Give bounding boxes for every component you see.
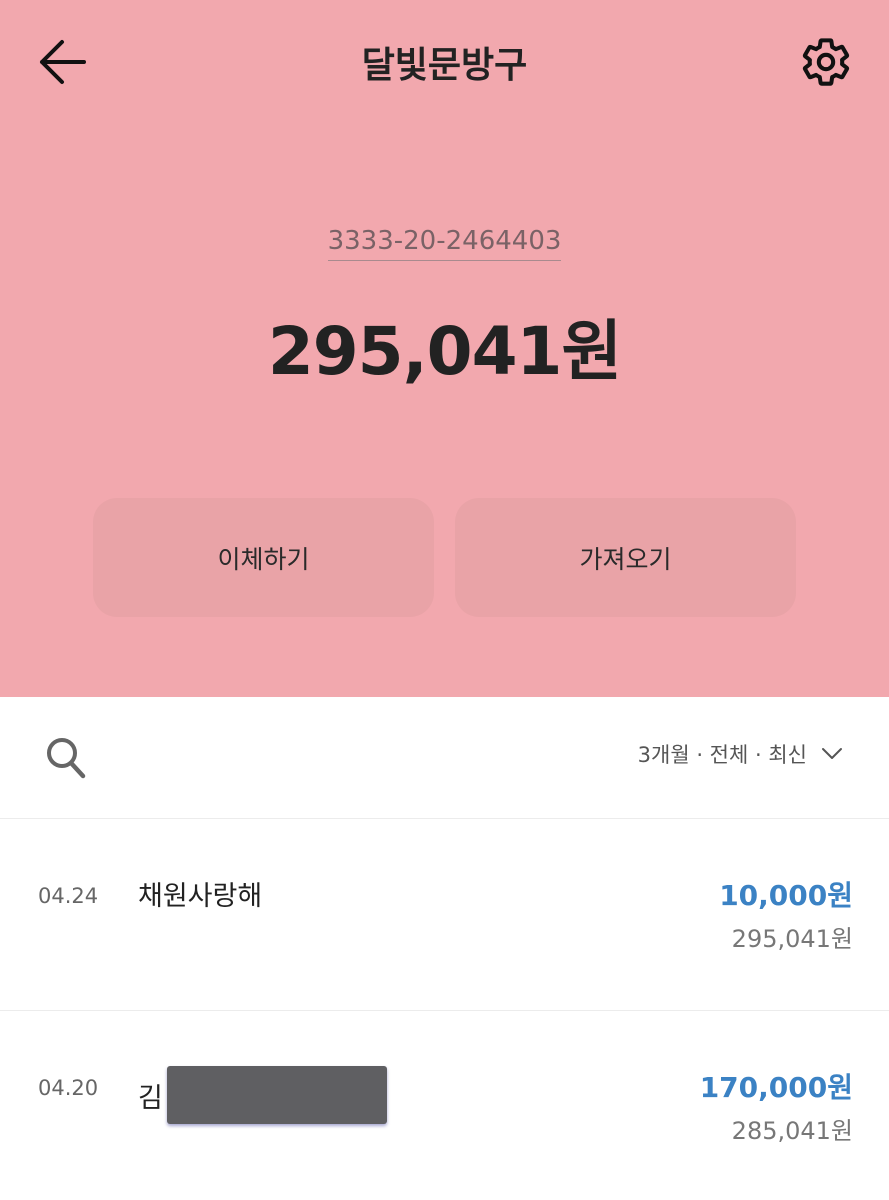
transaction-name-text: 채원사랑해: [138, 881, 263, 912]
search-icon: [47, 738, 86, 779]
transfer-button[interactable]: 이체하기: [93, 498, 434, 617]
chevron-down-icon: [822, 748, 842, 759]
transaction-balance-after: 295,041원: [731, 925, 853, 953]
transaction-row[interactable]: 04.24 채원사랑해 10,000원 295,041원: [0, 819, 889, 1011]
fetch-button[interactable]: 가져오기: [455, 498, 796, 617]
transaction-amount: 10,000원: [719, 879, 853, 912]
transfer-button-label: 이체하기: [217, 544, 310, 574]
filter-dropdown[interactable]: 3개월 · 전체 · 최신: [638, 739, 843, 769]
transaction-filter-bar: 3개월 · 전체 · 최신: [0, 697, 889, 819]
transaction-date: 04.20: [38, 1076, 99, 1100]
filter-label: 3개월 · 전체 · 최신: [637, 743, 807, 767]
account-balance: 295,041원: [267, 313, 622, 390]
transaction-row[interactable]: 04.20 김 170,000원 285,041원: [0, 1011, 889, 1200]
settings-button[interactable]: [794, 30, 858, 94]
account-number[interactable]: 3333-20-2464403: [0, 226, 889, 261]
transaction-amount: 170,000원: [699, 1071, 853, 1104]
transaction-name: 김: [138, 1066, 387, 1124]
redaction-block: [166, 1066, 387, 1124]
page-title: 달빛문방구: [361, 45, 528, 86]
transaction-date: 04.24: [38, 884, 99, 908]
account-header: 달빛문방구 3333-20-2464403 295,041원 이체하기 가져오기: [0, 0, 889, 697]
transaction-balance-after: 285,041원: [731, 1117, 853, 1145]
search-button[interactable]: [40, 729, 92, 787]
transaction-name-text: 김: [138, 1082, 163, 1114]
gear-icon: [802, 38, 850, 86]
account-number-text[interactable]: 3333-20-2464403: [327, 226, 562, 261]
fetch-button-label: 가져오기: [579, 544, 672, 574]
transaction-name: 채원사랑해: [138, 874, 262, 913]
